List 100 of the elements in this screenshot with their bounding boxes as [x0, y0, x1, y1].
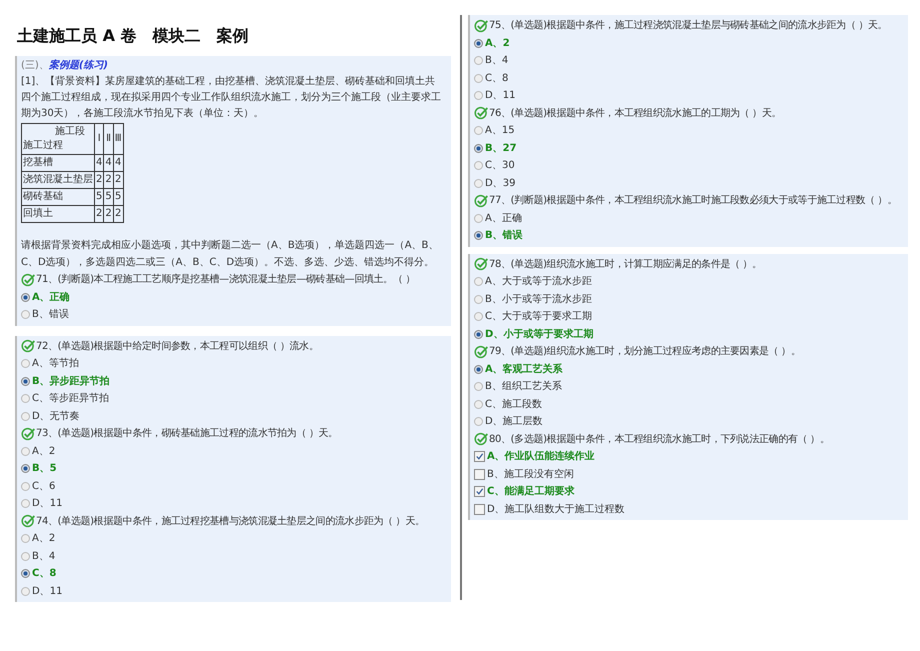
question-text: 79、(单选题)组织流水施工时，划分施工过程应考虑的主要因素是（ ）。	[489, 344, 802, 359]
answer-option[interactable]: B、异步距异节拍	[21, 372, 110, 390]
question-text: 78、(单选题)组织流水施工时，计算工期应满足的条件是（ ）。	[489, 258, 763, 272]
table-header: Ⅰ	[98, 133, 101, 144]
table-header: Ⅱ	[106, 133, 112, 144]
answer-option[interactable]: B、27	[474, 140, 517, 157]
radio-button[interactable]	[474, 364, 483, 374]
radio-button[interactable]	[21, 394, 30, 404]
radio-button[interactable]	[474, 38, 483, 48]
answer-option[interactable]: B、4	[474, 52, 508, 70]
section-label: (三)、	[21, 60, 49, 71]
answer-option[interactable]: D、无节奏	[21, 408, 80, 425]
check-mark-icon	[474, 18, 489, 33]
answer-option[interactable]: A、正确	[21, 288, 70, 306]
answer-option[interactable]: C、大于或等于要求工期	[474, 308, 592, 326]
answer-option[interactable]: A、2	[474, 34, 510, 52]
checkbox[interactable]	[474, 468, 485, 480]
answer-option[interactable]: B、错误	[474, 227, 523, 244]
answer-option[interactable]: D、施工层数	[474, 413, 543, 430]
radio-button[interactable]	[21, 292, 30, 302]
radio-button[interactable]	[21, 534, 30, 544]
radio-button[interactable]	[21, 552, 30, 561]
answer-option[interactable]: A、作业队伍能连续作业	[474, 448, 595, 466]
radio-button[interactable]	[21, 586, 30, 596]
answer-option[interactable]: B、5	[21, 460, 57, 478]
radio-button[interactable]	[21, 482, 30, 491]
answer-option[interactable]: A、客观工艺关系	[474, 360, 563, 378]
checkbox[interactable]	[474, 504, 485, 515]
table-cell: 4	[96, 157, 102, 168]
answer-option[interactable]: A、15	[474, 122, 515, 140]
radio-button[interactable]	[21, 376, 30, 386]
radio-button[interactable]	[474, 178, 483, 188]
section-title: 案例题(练习)	[48, 60, 108, 71]
question-text: 71、(判断题)本工程施工工艺顺序是挖基槽—浇筑混凝土垫层—砌砖基础—回填土。（ ）	[36, 272, 416, 287]
answer-option[interactable]: B、小于或等于流水步距	[474, 290, 592, 308]
radio-button[interactable]	[474, 214, 483, 223]
question-text: 72、(单选题)根据题中给定时间参数，本工程可以组织（ ）流水。	[36, 340, 320, 354]
answer-option[interactable]: B、组织工艺关系	[474, 378, 562, 396]
answer-option[interactable]: A、正确	[474, 210, 522, 227]
radio-button[interactable]	[474, 400, 483, 409]
check-mark-icon	[21, 514, 36, 528]
answer-option[interactable]: C、30	[474, 157, 515, 174]
answer-option[interactable]: D、小于或等于要求工期	[474, 326, 594, 343]
answer-option[interactable]: C、能满足工期要求	[474, 483, 574, 500]
check-mark-icon	[21, 426, 36, 441]
answer-option[interactable]: B、施工段没有空闲	[474, 466, 574, 483]
radio-button[interactable]	[21, 499, 30, 508]
radio-button[interactable]	[474, 126, 483, 136]
radio-button[interactable]	[21, 412, 30, 421]
radio-button[interactable]	[474, 231, 483, 240]
checkbox[interactable]	[474, 486, 485, 498]
answer-option[interactable]: B、错误	[21, 306, 69, 324]
answer-option[interactable]: A、等节拍	[21, 355, 79, 372]
radio-button[interactable]	[474, 330, 483, 339]
answer-option[interactable]: D、11	[21, 582, 62, 600]
radio-button[interactable]	[474, 312, 483, 322]
answer-option[interactable]: C、8	[474, 70, 508, 87]
answer-option[interactable]: D、11	[474, 87, 516, 104]
question-text: 77、(判断题)根据题中条件，本工程组织流水施工时施工段数必须大于或等于施工过程数（ ）。	[489, 194, 898, 208]
answer-option[interactable]: D、11	[21, 495, 62, 512]
radio-button[interactable]	[474, 294, 483, 304]
radio-button[interactable]	[474, 56, 483, 66]
table-cell: 砌砖基础	[23, 191, 63, 202]
answer-option[interactable]: C、施工段数	[474, 396, 542, 413]
radio-button[interactable]	[474, 74, 483, 83]
answer-option[interactable]: C、8	[21, 565, 56, 582]
answer-option[interactable]: D、39	[474, 174, 516, 192]
radio-button[interactable]	[474, 382, 483, 392]
check-mark-icon	[474, 194, 489, 208]
checkbox[interactable]	[474, 451, 485, 462]
table-cell: 2	[96, 174, 102, 185]
table-cell: 2	[115, 174, 122, 185]
answer-option[interactable]: B、4	[21, 548, 56, 565]
check-mark-icon	[474, 257, 489, 272]
answer-option[interactable]: A、2	[21, 530, 56, 548]
radio-button[interactable]	[21, 446, 30, 456]
answer-option[interactable]: A、大于或等于流水步距	[474, 273, 592, 290]
table-cell: 回填土	[23, 208, 53, 219]
table-cell: 2	[115, 208, 122, 219]
radio-button[interactable]	[474, 91, 483, 100]
answer-option[interactable]: C、等步距异节拍	[21, 390, 109, 408]
radio-button[interactable]	[21, 359, 30, 368]
radio-button[interactable]	[21, 310, 30, 320]
answer-option[interactable]: C、6	[21, 478, 56, 495]
table-cell: 4	[105, 157, 112, 168]
table-cell: 挖基槽	[23, 157, 53, 168]
page-title: 土建施工员 A 卷 模块二 案例	[16, 25, 250, 47]
radio-button[interactable]	[474, 417, 483, 426]
radio-button[interactable]	[21, 569, 30, 578]
radio-button[interactable]	[474, 277, 483, 286]
answer-option[interactable]: A、2	[21, 442, 56, 460]
answer-option[interactable]: D、施工队组数大于施工过程数	[474, 500, 625, 518]
radio-button[interactable]	[474, 161, 483, 170]
question-text: 80、(多选题)根据题中条件，本工程组织流水施工时，下列说法正确的有（ ）。	[489, 432, 830, 446]
radio-button[interactable]	[474, 144, 483, 153]
table-cell: 浇筑混凝土垫层	[23, 174, 93, 185]
radio-button[interactable]	[21, 464, 30, 474]
instructions-text: 请根据背景资料完成相应小题选项，其中判断题二选一（A、B选项），单选题四选一（A、B、C、D选项），多选题四选二或三（A、B、C、D选项）。不选、多选、少选、错选均不得分。	[21, 238, 440, 270]
check-mark-icon	[474, 344, 489, 359]
table-cell: 5	[115, 191, 122, 202]
